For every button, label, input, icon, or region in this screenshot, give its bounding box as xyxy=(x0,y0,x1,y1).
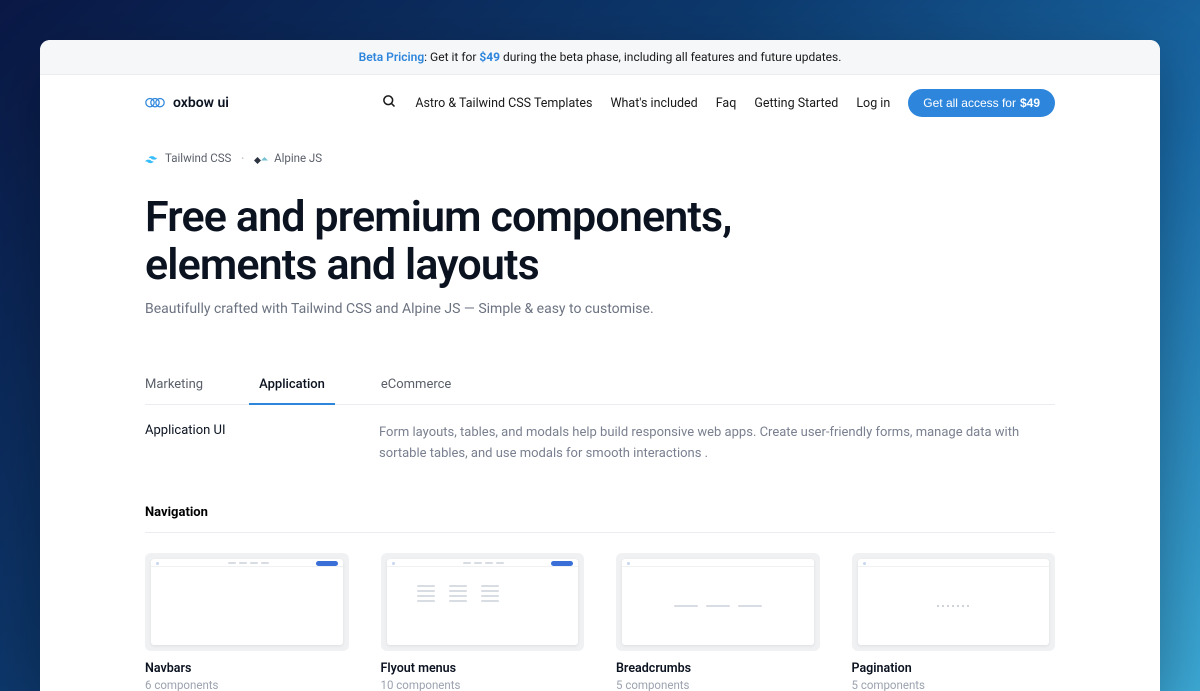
card-preview xyxy=(381,553,585,651)
card-title: Flyout menus xyxy=(381,661,585,676)
tech-tags: Tailwind CSS • Alpine JS xyxy=(145,151,1055,165)
nav-included[interactable]: What's included xyxy=(610,96,697,111)
tag-tailwind-label: Tailwind CSS xyxy=(165,151,231,165)
logo-icon xyxy=(145,96,165,110)
brand-name: oxbow ui xyxy=(173,95,229,111)
tab-ecommerce[interactable]: eCommerce xyxy=(381,377,451,404)
card-meta: 10 components xyxy=(381,678,585,691)
banner-price: $49 xyxy=(479,50,500,64)
banner-prefix: Beta Pricing xyxy=(359,50,425,64)
tailwind-icon xyxy=(145,153,159,163)
card-preview xyxy=(616,553,820,651)
content: Tailwind CSS • Alpine JS Free and premiu… xyxy=(145,131,1055,691)
tag-tailwind[interactable]: Tailwind CSS xyxy=(145,151,231,165)
tag-alpine-label: Alpine JS xyxy=(274,151,322,165)
brand[interactable]: oxbow ui xyxy=(145,95,229,111)
app-window: Beta Pricing: Get it for $49 during the … xyxy=(40,40,1160,691)
nav-templates[interactable]: Astro & Tailwind CSS Templates xyxy=(415,96,592,111)
tab-marketing[interactable]: Marketing xyxy=(145,377,203,404)
card-preview xyxy=(852,553,1056,651)
section-heading: Application UI xyxy=(145,423,379,465)
card-title: Breadcrumbs xyxy=(616,661,820,676)
section-description-row: Application UI Form layouts, tables, and… xyxy=(145,405,1055,505)
banner-text2: during the beta phase, including all fea… xyxy=(500,50,841,64)
tabs: Marketing Application eCommerce xyxy=(145,377,1055,405)
card-title: Pagination xyxy=(852,661,1056,676)
section-description: Form layouts, tables, and modals help bu… xyxy=(379,423,1055,465)
category-heading: Navigation xyxy=(145,505,1055,533)
beta-banner[interactable]: Beta Pricing: Get it for $49 during the … xyxy=(40,40,1160,75)
card-meta: 6 components xyxy=(145,678,349,691)
cta-button[interactable]: Get all access for $49 xyxy=(908,89,1055,117)
nav: Astro & Tailwind CSS Templates What's in… xyxy=(382,89,1055,117)
search-icon[interactable] xyxy=(382,94,397,113)
card-breadcrumbs[interactable]: Breadcrumbs 5 components xyxy=(616,553,820,691)
cta-label: Get all access for xyxy=(923,96,1016,110)
card-grid: Navbars 6 components xyxy=(145,553,1055,691)
nav-faq[interactable]: Faq xyxy=(716,96,737,111)
header: oxbow ui Astro & Tailwind CSS Templates … xyxy=(145,75,1055,131)
card-flyout-menus[interactable]: Flyout menus 10 components xyxy=(381,553,585,691)
card-preview xyxy=(145,553,349,651)
cta-price: $49 xyxy=(1020,96,1040,110)
nav-getting-started[interactable]: Getting Started xyxy=(754,96,838,111)
title-line2: elements and layouts xyxy=(145,240,539,290)
page-title: Free and premium components, elements an… xyxy=(145,193,1055,289)
card-navbars[interactable]: Navbars 6 components xyxy=(145,553,349,691)
alpine-icon xyxy=(254,153,268,163)
card-title: Navbars xyxy=(145,661,349,676)
tag-alpine[interactable]: Alpine JS xyxy=(254,151,322,165)
nav-login[interactable]: Log in xyxy=(856,96,890,111)
title-line1: Free and premium components, xyxy=(145,192,732,242)
card-meta: 5 components xyxy=(852,678,1056,691)
tag-separator: • xyxy=(241,154,244,163)
tab-application[interactable]: Application xyxy=(259,377,325,404)
banner-text1: : Get it for xyxy=(424,50,479,64)
card-pagination[interactable]: Pagination 5 components xyxy=(852,553,1056,691)
page-subtitle: Beautifully crafted with Tailwind CSS an… xyxy=(145,301,1055,317)
card-meta: 5 components xyxy=(616,678,820,691)
